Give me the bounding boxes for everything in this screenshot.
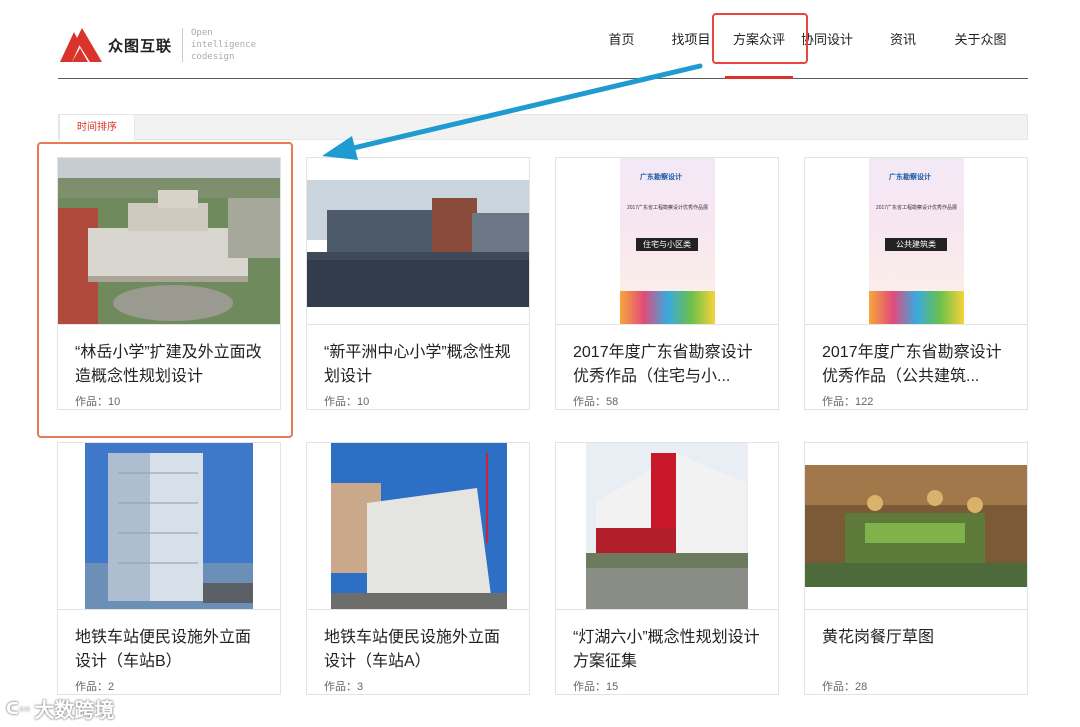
logo-slogan: Open intelligence codesign [191, 27, 256, 63]
project-count: 作品：58 [556, 391, 778, 409]
project-title[interactable]: 黄花岗餐厅草图 [805, 610, 1027, 676]
project-card[interactable]: 地铁车站便民设施外立面设计（车站B） 作品：2 [57, 442, 281, 695]
poster-heading: 2017广东省工程勘察设计优秀作品展 [875, 205, 958, 211]
count-value: 10 [357, 396, 370, 408]
count-value: 2 [108, 681, 115, 693]
poster-image: 广东勘察设计 2017广东省工程勘察设计优秀作品展 公共建筑类 [869, 158, 964, 324]
project-title[interactable]: “新平洲中心小学”概念性规划设计 [307, 325, 529, 391]
nav-about[interactable]: 关于众图 [945, 0, 1016, 79]
sort-tab-time[interactable]: 时间排序 [59, 114, 135, 141]
poster-image: 广东勘察设计 2017广东省工程勘察设计优秀作品展 住宅与小区类 [620, 158, 715, 324]
poster-brand: 广东勘察设计 [640, 174, 682, 181]
project-card[interactable]: 广东勘察设计 2017广东省工程勘察设计优秀作品展 住宅与小区类 2017年度广… [555, 157, 779, 410]
project-count: 作品：10 [307, 391, 529, 409]
count-label: 作品： [573, 681, 606, 693]
logo-text: 众图互联 [108, 37, 173, 55]
poster-brand: 广东勘察设计 [889, 174, 931, 181]
project-card[interactable]: 黄花岗餐厅草图 作品：28 [804, 442, 1028, 695]
project-count: 作品：3 [307, 676, 529, 694]
watermark: ᑕ◦◦ 大数跨境 [6, 694, 114, 723]
project-card[interactable]: “灯湖六小”概念性规划设计方案征集 作品：15 [555, 442, 779, 695]
logo-icon [60, 28, 102, 62]
annotation-highlight-card [37, 142, 293, 438]
count-label: 作品： [75, 681, 108, 693]
poster-skyline [620, 291, 715, 324]
logo-divider [182, 28, 184, 62]
count-value: 3 [357, 681, 364, 693]
nav-home[interactable]: 首页 [586, 0, 657, 79]
poster-category: 公共建筑类 [885, 238, 947, 251]
project-count: 作品：15 [556, 676, 778, 694]
project-title[interactable]: 地铁车站便民设施外立面设计（车站A） [307, 610, 529, 676]
project-thumbnail[interactable] [58, 443, 280, 610]
project-count: 作品：2 [58, 676, 280, 694]
project-title[interactable]: 地铁车站便民设施外立面设计（车站B） [58, 610, 280, 676]
slogan-line: intelligence [191, 40, 257, 50]
watermark-logo-icon: ᑕ◦◦ [6, 700, 31, 718]
sort-bar: 时间排序 [58, 114, 1028, 141]
project-card[interactable]: 广东勘察设计 2017广东省工程勘察设计优秀作品展 公共建筑类 2017年度广东… [804, 157, 1028, 410]
project-card[interactable]: 地铁车站便民设施外立面设计（车站A） 作品：3 [306, 442, 530, 695]
site-header: 众图互联 Open intelligence codesign 首页 找项目 方… [58, 0, 1028, 79]
project-thumbnail[interactable] [805, 443, 1027, 610]
count-label: 作品： [324, 681, 357, 693]
slogan-line: codesign [191, 52, 235, 62]
poster-skyline [869, 291, 964, 324]
poster-category: 住宅与小区类 [636, 238, 698, 251]
count-value: 15 [606, 681, 619, 693]
project-count: 作品：122 [805, 391, 1027, 409]
project-title[interactable]: 2017年度广东省勘察设计优秀作品（公共建筑... [805, 325, 1027, 391]
nav-news[interactable]: 资讯 [861, 0, 945, 79]
count-value: 28 [855, 681, 868, 693]
project-thumbnail[interactable]: 广东勘察设计 2017广东省工程勘察设计优秀作品展 住宅与小区类 [556, 158, 778, 325]
count-label: 作品： [573, 396, 606, 408]
project-thumbnail[interactable] [556, 443, 778, 610]
poster-heading: 2017广东省工程勘察设计优秀作品展 [626, 205, 709, 211]
slogan-line: Open [191, 28, 213, 38]
count-value: 58 [606, 396, 619, 408]
project-thumbnail[interactable] [307, 158, 529, 325]
project-title[interactable]: “灯湖六小”概念性规划设计方案征集 [556, 610, 778, 676]
logo[interactable]: 众图互联 Open intelligence codesign [58, 26, 256, 64]
project-title[interactable]: 2017年度广东省勘察设计优秀作品（住宅与小... [556, 325, 778, 391]
annotation-highlight-nav [712, 13, 808, 64]
count-label: 作品： [822, 681, 855, 693]
project-count: 作品：28 [805, 676, 1027, 694]
watermark-text: 大数跨境 [34, 700, 115, 722]
count-value: 122 [855, 396, 874, 408]
project-thumbnail[interactable]: 广东勘察设计 2017广东省工程勘察设计优秀作品展 公共建筑类 [805, 158, 1027, 325]
count-label: 作品： [822, 396, 855, 408]
count-label: 作品： [324, 396, 357, 408]
project-card[interactable]: “新平洲中心小学”概念性规划设计 作品：10 [306, 157, 530, 410]
project-thumbnail[interactable] [307, 443, 529, 610]
